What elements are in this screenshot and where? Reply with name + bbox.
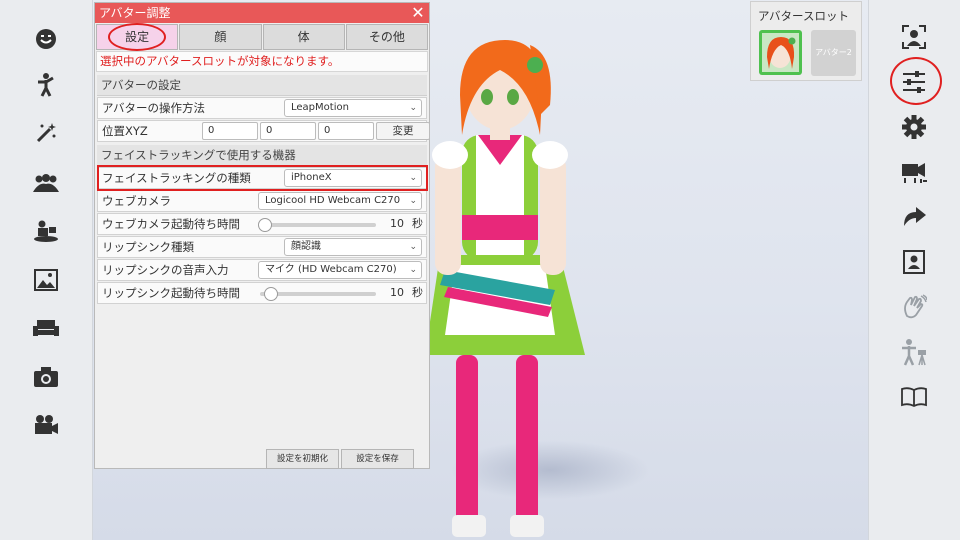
chevron-down-icon: ⌄ [409, 103, 417, 113]
redo-icon[interactable] [899, 202, 929, 232]
avatar-figure [425, 40, 585, 537]
position-xyz-label: 位置XYZ [102, 124, 148, 138]
lipsync-type-value: 顔認識 [291, 241, 321, 252]
avatar-adjust-panel: アバター調整 ✕ 設定 顔 体 その他 選択中のアバタースロットが対象になります… [94, 2, 430, 469]
avatar-slot-panel: アバタースロット アバター2 [750, 1, 862, 81]
row-lipsync-wait-time: リップシンク起動待ち時間 10 秒 [97, 282, 427, 304]
portrait-icon[interactable] [899, 247, 929, 277]
hand-wave-icon[interactable] [899, 292, 929, 322]
reset-settings-button[interactable]: 設定を初期化 [266, 449, 339, 469]
lipsync-wait-value: 10 [390, 286, 404, 299]
camera-icon[interactable] [31, 362, 61, 392]
operation-method-value: LeapMotion [291, 102, 349, 113]
webcam-value: Logicool HD Webcam C270 [265, 195, 401, 206]
avatar-slot-1[interactable] [759, 30, 802, 75]
webcam-wait-label: ウェブカメラ起動待ち時間 [102, 217, 240, 231]
tab-face[interactable]: 顔 [179, 24, 262, 50]
group-icon[interactable] [31, 168, 61, 198]
operation-method-select[interactable]: LeapMotion ⌄ [284, 99, 422, 117]
settings-tab-highlight-circle [108, 23, 166, 51]
lipsync-wait-unit: 秒 [412, 286, 423, 299]
chevron-down-icon: ⌄ [409, 196, 417, 206]
row-lipsync-type: リップシンク種類 顔認識 ⌄ [97, 236, 427, 258]
row-position-xyz: 位置XYZ 0 0 0 変更 [97, 120, 430, 142]
gear-icon[interactable] [899, 112, 929, 142]
lipsync-audio-label: リップシンクの音声入力 [102, 263, 229, 277]
movie-camera-icon[interactable] [31, 410, 61, 440]
section-face-tracking-devices: フェイストラッキングで使用する機器 [97, 145, 427, 166]
avatar-slot-2[interactable]: アバター2 [811, 30, 856, 76]
lipsync-audio-select[interactable]: マイク (HD Webcam C270) ⌄ [258, 261, 422, 279]
position-z-input[interactable]: 0 [318, 122, 374, 140]
section-avatar-settings: アバターの設定 [97, 75, 427, 96]
row-webcam: ウェブカメラ Logicool HD Webcam C270 ⌄ [97, 190, 427, 212]
stage-camera-icon[interactable] [31, 216, 61, 246]
webcam-select[interactable]: Logicool HD Webcam C270 ⌄ [258, 192, 422, 210]
lipsync-type-select[interactable]: 顔認識 ⌄ [284, 238, 422, 256]
chevron-down-icon: ⌄ [409, 265, 417, 275]
face-tracking-highlight-box [97, 165, 428, 191]
lipsync-audio-value: マイク (HD Webcam C270) [265, 264, 397, 275]
lipsync-wait-label: リップシンク起動待ち時間 [102, 286, 240, 300]
avatar-slot-title: アバタースロット [758, 9, 849, 23]
face-icon[interactable] [31, 24, 61, 54]
position-x-input[interactable]: 0 [202, 122, 258, 140]
panel-title: アバター調整 [99, 6, 171, 20]
save-settings-button[interactable]: 設定を保存 [341, 449, 414, 469]
avatar-adjust-icon[interactable] [899, 22, 929, 52]
tripod-person-icon[interactable] [899, 337, 929, 367]
sliders-highlight-circle [890, 57, 942, 105]
avatar-thumbnail [762, 33, 799, 72]
panel-title-bar[interactable]: アバター調整 ✕ [95, 3, 429, 23]
row-webcam-wait-time: ウェブカメラ起動待ち時間 10 秒 [97, 213, 427, 235]
video-camera-icon[interactable] [899, 157, 929, 187]
pose-icon[interactable] [31, 70, 61, 100]
operation-method-label: アバターの操作方法 [102, 101, 206, 115]
lipsync-type-label: リップシンク種類 [102, 240, 194, 254]
webcam-wait-unit: 秒 [412, 217, 423, 230]
webcam-wait-slider-thumb[interactable] [258, 218, 272, 232]
tab-body[interactable]: 体 [262, 24, 345, 50]
tab-other[interactable]: その他 [345, 24, 428, 50]
sofa-icon[interactable] [31, 313, 61, 343]
position-y-input[interactable]: 0 [260, 122, 316, 140]
close-icon[interactable]: ✕ [409, 4, 427, 22]
right-toolbar [868, 0, 960, 540]
position-change-button[interactable]: 変更 [376, 122, 430, 140]
lipsync-wait-slider-thumb[interactable] [264, 287, 278, 301]
webcam-wait-value: 10 [390, 217, 404, 230]
row-lipsync-audio-input: リップシンクの音声入力 マイク (HD Webcam C270) ⌄ [97, 259, 427, 281]
row-operation-method: アバターの操作方法 LeapMotion ⌄ [97, 97, 427, 119]
magic-wand-icon[interactable] [31, 118, 61, 148]
chevron-down-icon: ⌄ [409, 242, 417, 252]
webcam-label: ウェブカメラ [102, 194, 171, 208]
webcam-wait-slider-track[interactable] [260, 223, 376, 227]
image-icon[interactable] [31, 265, 61, 295]
target-notice: 選択中のアバタースロットが対象になります。 [96, 51, 428, 72]
book-icon[interactable] [899, 382, 929, 412]
left-toolbar [0, 0, 93, 540]
